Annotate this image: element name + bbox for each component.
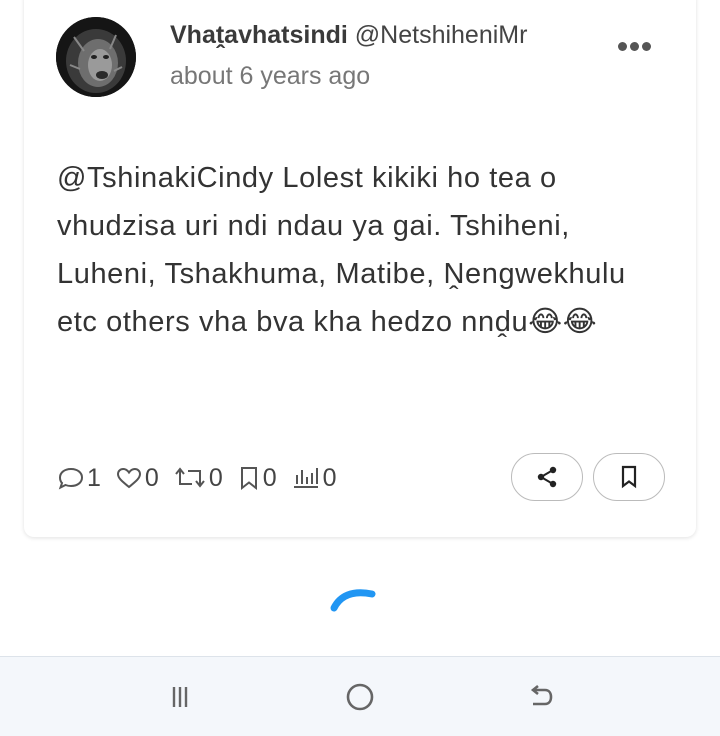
page: Vhaṱavhatsindi @NetshiheniMr about 6 yea… [0, 0, 720, 656]
bookmark-icon [240, 467, 257, 491]
bookmark-stat[interactable]: 0 [237, 464, 277, 493]
bookmark-button[interactable] [593, 453, 665, 501]
share-icon [537, 466, 557, 488]
home-circle-icon [346, 683, 374, 711]
more-options-button[interactable] [618, 36, 654, 56]
repost-stat[interactable]: 0 [173, 464, 223, 493]
repost-arrows-icon [175, 467, 205, 488]
like-count: 0 [144, 463, 159, 492]
reply-count: 1 [87, 463, 101, 492]
author-handle[interactable]: @NetshiheniMr [355, 21, 528, 49]
avatar[interactable] [56, 17, 136, 97]
views-count: 0 [322, 463, 337, 492]
post-card[interactable]: Vhaṱavhatsindi @NetshiheniMr about 6 yea… [24, 0, 696, 537]
more-horizontal-icon-dot [642, 41, 651, 51]
bookmark-count: 0 [262, 463, 277, 492]
reply-stat[interactable]: 1 [57, 464, 101, 493]
bar-chart-icon [293, 468, 318, 488]
more-horizontal-icon-dot [630, 41, 639, 51]
bookmark-icon [621, 465, 637, 489]
recent-apps-button[interactable] [160, 679, 200, 715]
author-line: Vhaṱavhatsindi @NetshiheniMr [170, 20, 527, 50]
like-stat[interactable]: 0 [115, 464, 159, 493]
system-nav-bar [0, 656, 720, 736]
loading-spinner-icon [330, 589, 376, 612]
post-timestamp: about 6 years ago [170, 62, 371, 90]
speech-bubble-icon [58, 467, 84, 490]
author-display-name[interactable]: Vhaṱavhatsindi [170, 21, 348, 49]
back-arrow-icon [530, 684, 553, 706]
heart-icon [116, 467, 141, 489]
post-text: @TshinakiCindy Lolest kikiki ho tea o vh… [57, 162, 626, 338]
share-button[interactable] [511, 453, 583, 501]
back-button[interactable] [520, 679, 560, 715]
recent-apps-icon [172, 687, 188, 707]
views-stat[interactable]: 0 [291, 464, 337, 493]
home-button[interactable] [340, 679, 380, 715]
lion-avatar-image [56, 17, 136, 97]
post-stats: 1 0 0 0 0 [57, 463, 351, 493]
repost-count: 0 [208, 463, 223, 492]
more-horizontal-icon-dot [618, 41, 627, 51]
